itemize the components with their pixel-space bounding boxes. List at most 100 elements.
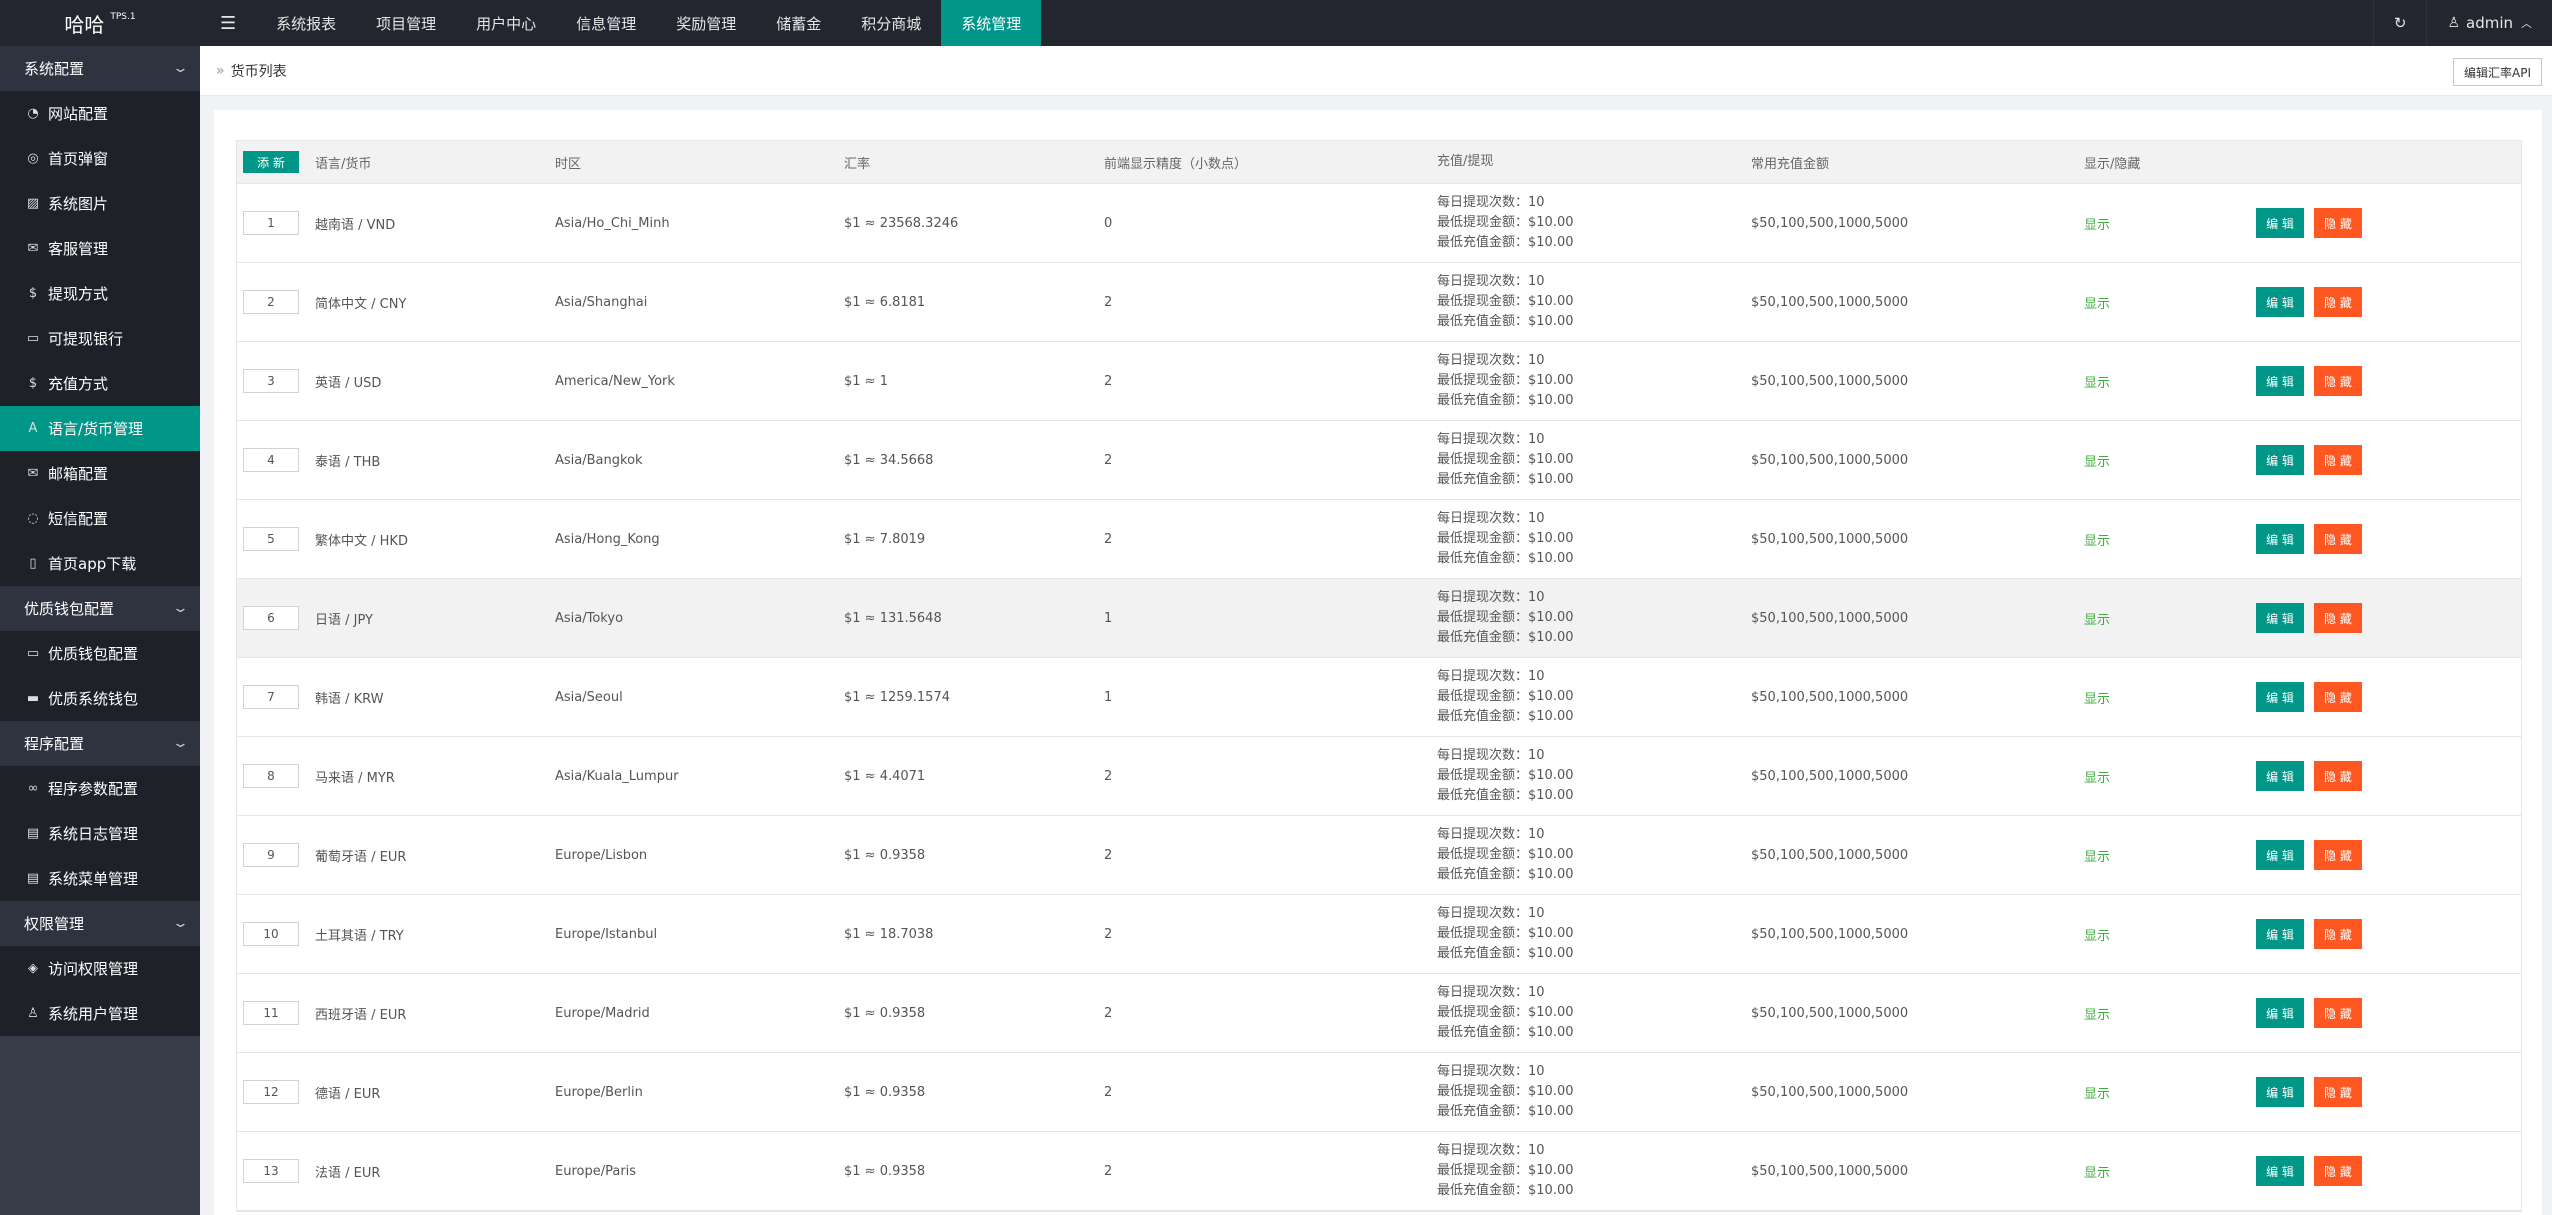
sidebar-item-21[interactable]: ♙ 系统用户管理 — [0, 991, 200, 1036]
hide-button[interactable]: 隐 藏 — [2314, 682, 2362, 712]
topnav-item-2[interactable]: 用户中心 — [456, 0, 556, 46]
topnav-item-5[interactable]: 储蓄金 — [756, 0, 841, 46]
hide-button[interactable]: 隐 藏 — [2314, 998, 2362, 1028]
edit-button[interactable]: 编 辑 — [2256, 1077, 2304, 1107]
edit-rate-api-button[interactable]: 编辑汇率API — [2453, 58, 2542, 86]
status-badge: 显示 — [2084, 217, 2111, 233]
sort-number-input[interactable]: 11 — [243, 1001, 299, 1025]
sidebar-item-5[interactable]: $ 提现方式 — [0, 271, 200, 316]
sidebar-item-14[interactable]: ▬ 优质系统钱包 — [0, 676, 200, 721]
sidebar-item-7[interactable]: $ 充值方式 — [0, 361, 200, 406]
lang-cell: 越南语 / VND — [315, 217, 396, 233]
sort-number-input[interactable]: 12 — [243, 1080, 299, 1104]
sort-number-input[interactable]: 9 — [243, 843, 299, 867]
limit-line: 每日提现次数：10 — [1437, 590, 1545, 605]
sidebar-item-1[interactable]: ◔ 网站配置 — [0, 91, 200, 136]
limit-line: 每日提现次数：10 — [1437, 827, 1545, 842]
topnav-item-4[interactable]: 奖励管理 — [656, 0, 756, 46]
table-row: 11 西班牙语 / EUR Europe/Madrid $1 ≈ 0.9358 2 每日提… — [237, 974, 2521, 1053]
sidebar-group-12[interactable]: 优质钱包配置 ⌄ — [0, 586, 200, 631]
lang-cell: 土耳其语 / TRY — [315, 928, 404, 944]
topnav-item-1[interactable]: 项目管理 — [356, 0, 456, 46]
timezone-cell: Asia/Bangkok — [555, 452, 643, 468]
edit-button[interactable]: 编 辑 — [2256, 366, 2304, 396]
sort-number-input[interactable]: 4 — [243, 448, 299, 472]
hide-button[interactable]: 隐 藏 — [2314, 445, 2362, 475]
sort-number-input[interactable]: 5 — [243, 527, 299, 551]
topnav-item-0[interactable]: 系统报表 — [256, 0, 356, 46]
hide-button[interactable]: 隐 藏 — [2314, 287, 2362, 317]
header-timezone: 时区 — [555, 156, 582, 172]
topnav-item-7[interactable]: 系统管理 — [941, 0, 1042, 46]
edit-button[interactable]: 编 辑 — [2256, 287, 2304, 317]
actions-cell: 编 辑隐 藏 — [2256, 603, 2516, 633]
sort-number-input[interactable]: 1 — [243, 211, 299, 235]
sidebar-item-13[interactable]: ▭ 优质钱包配置 — [0, 631, 200, 676]
sidebar-group-15[interactable]: 程序配置 ⌄ — [0, 721, 200, 766]
sidebar-item-10[interactable]: ◌ 短信配置 — [0, 496, 200, 541]
refresh-button[interactable]: ↻ — [2372, 0, 2427, 46]
sidebar-item-label: 首页弹窗 — [48, 150, 109, 168]
hide-button[interactable]: 隐 藏 — [2314, 840, 2362, 870]
add-new-button[interactable]: 添 新 — [243, 151, 299, 173]
breadcrumb-separator: » — [216, 62, 225, 79]
sidebar-item-8[interactable]: A 语言/货币管理 — [0, 406, 200, 451]
sort-number-input[interactable]: 8 — [243, 764, 299, 788]
hide-button[interactable]: 隐 藏 — [2314, 524, 2362, 554]
edit-button[interactable]: 编 辑 — [2256, 682, 2304, 712]
hide-button[interactable]: 隐 藏 — [2314, 919, 2362, 949]
sidebar-item-20[interactable]: ◈ 访问权限管理 — [0, 946, 200, 991]
sort-number-input[interactable]: 7 — [243, 685, 299, 709]
sidebar-item-label: 邮箱配置 — [48, 465, 109, 483]
topnav-item-3[interactable]: 信息管理 — [556, 0, 656, 46]
sort-number-input[interactable]: 13 — [243, 1159, 299, 1183]
table-header: 添 新 语言/货币 时区 汇率 前端显示精度（小数点） 充值/提现 常用充值金额… — [237, 141, 2521, 184]
menu-toggle-icon[interactable]: ☰ — [200, 0, 256, 46]
hide-button[interactable]: 隐 藏 — [2314, 1077, 2362, 1107]
hide-button[interactable]: 隐 藏 — [2314, 208, 2362, 238]
hide-button[interactable]: 隐 藏 — [2314, 603, 2362, 633]
sort-number-input[interactable]: 10 — [243, 922, 299, 946]
sidebar-item-icon: ◈ — [28, 961, 38, 976]
sidebar-item-9[interactable]: ✉ 邮箱配置 — [0, 451, 200, 496]
edit-button[interactable]: 编 辑 — [2256, 524, 2304, 554]
lang-cell: 日语 / JPY — [315, 612, 373, 628]
edit-button[interactable]: 编 辑 — [2256, 919, 2304, 949]
limits-cell: 每日提现次数：10 最低提现金额：$10.00 最低充值金额：$10.00 — [1437, 667, 1751, 727]
edit-button[interactable]: 编 辑 — [2256, 208, 2304, 238]
app-logo[interactable]: 哈哈 TPS.1 — [0, 0, 200, 46]
sidebar-group-0[interactable]: 系统配置 ⌄ — [0, 46, 200, 91]
status-badge: 显示 — [2084, 770, 2111, 786]
actions-cell: 编 辑隐 藏 — [2256, 366, 2516, 396]
edit-button[interactable]: 编 辑 — [2256, 840, 2304, 870]
sidebar-item-6[interactable]: ▭ 可提现银行 — [0, 316, 200, 361]
user-menu[interactable]: ♙ admin ︿ — [2426, 0, 2552, 46]
sidebar-item-17[interactable]: ▤ 系统日志管理 — [0, 811, 200, 856]
edit-button[interactable]: 编 辑 — [2256, 603, 2304, 633]
topnav-item-6[interactable]: 积分商城 — [841, 0, 941, 46]
edit-button[interactable]: 编 辑 — [2256, 998, 2304, 1028]
limit-line: 最低提现金额：$10.00 — [1437, 926, 1574, 941]
limit-line: 最低提现金额：$10.00 — [1437, 531, 1574, 546]
sort-number-input[interactable]: 3 — [243, 369, 299, 393]
hide-button[interactable]: 隐 藏 — [2314, 1156, 2362, 1186]
limit-line: 最低提现金额：$10.00 — [1437, 610, 1574, 625]
sidebar-item-18[interactable]: ▤ 系统菜单管理 — [0, 856, 200, 901]
sidebar-item-3[interactable]: ▨ 系统图片 — [0, 181, 200, 226]
table-row: 3 英语 / USD America/New_York $1 ≈ 1 2 每日提现次数：1… — [237, 342, 2521, 421]
sidebar-group-19[interactable]: 权限管理 ⌄ — [0, 901, 200, 946]
sort-number-input[interactable]: 2 — [243, 290, 299, 314]
hide-button[interactable]: 隐 藏 — [2314, 366, 2362, 396]
sidebar-item-11[interactable]: ▯ 首页app下载 — [0, 541, 200, 586]
sort-number-input[interactable]: 6 — [243, 606, 299, 630]
sidebar-item-4[interactable]: ✉ 客服管理 — [0, 226, 200, 271]
sidebar-item-2[interactable]: ◎ 首页弹窗 — [0, 136, 200, 181]
edit-button[interactable]: 编 辑 — [2256, 761, 2304, 791]
limits-cell: 每日提现次数：10 最低提现金额：$10.00 最低充值金额：$10.00 — [1437, 588, 1751, 648]
edit-button[interactable]: 编 辑 — [2256, 445, 2304, 475]
edit-button[interactable]: 编 辑 — [2256, 1156, 2304, 1186]
sidebar-item-label: 提现方式 — [48, 285, 109, 303]
sidebar-item-icon: ◎ — [27, 151, 39, 166]
sidebar-item-16[interactable]: ∞ 程序参数配置 — [0, 766, 200, 811]
hide-button[interactable]: 隐 藏 — [2314, 761, 2362, 791]
